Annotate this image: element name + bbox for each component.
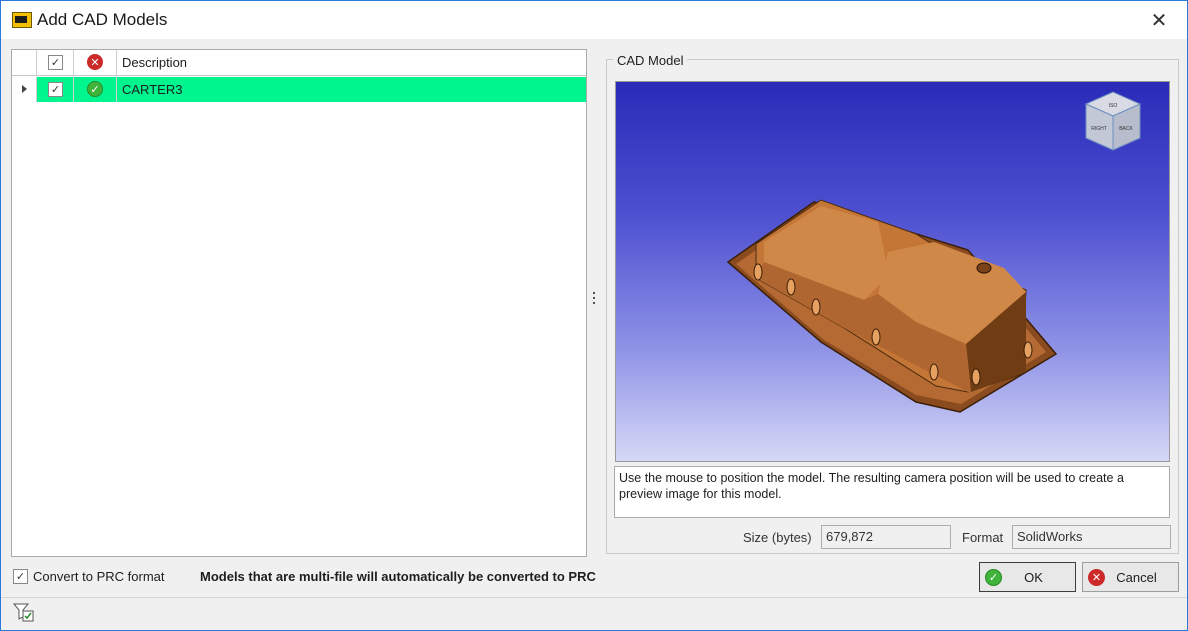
table-row[interactable]: ✓ ✓ CARTER3: [12, 77, 586, 102]
row-check-cell[interactable]: ✓: [37, 77, 74, 102]
ok-button-label: OK: [1024, 569, 1043, 585]
dialog-window: Add CAD Models ✕ ✓ ✕ Description ✓ ✓ CAR…: [0, 0, 1188, 631]
row-checkbox[interactable]: ✓: [48, 82, 63, 97]
models-grid[interactable]: ✓ ✕ Description ✓ ✓ CARTER3: [11, 49, 587, 557]
select-all-checkbox[interactable]: ✓: [48, 55, 63, 70]
error-glyph: ✕: [90, 56, 100, 69]
size-label: Size (bytes): [743, 530, 812, 545]
error-status-icon: ✕: [87, 54, 103, 70]
view-cube-right-label: RIGHT: [1091, 126, 1107, 132]
format-label: Format: [962, 530, 1004, 545]
convert-prc-label[interactable]: Convert to PRC format: [33, 569, 165, 584]
filter-icon[interactable]: [13, 602, 35, 622]
multi-file-note: Models that are multi-file will automati…: [200, 569, 596, 584]
success-status-icon: ✓: [87, 81, 103, 97]
cad-model-render[interactable]: ISO RIGHT BACK: [616, 82, 1170, 462]
size-field[interactable]: 679,872: [821, 525, 951, 549]
select-all-column-header[interactable]: ✓: [37, 50, 74, 75]
close-button[interactable]: ✕: [1141, 5, 1177, 35]
check-icon: ✓: [50, 84, 61, 96]
row-status-cell: ✓: [74, 77, 117, 102]
ok-button[interactable]: ✓ OK: [979, 562, 1076, 592]
row-description[interactable]: CARTER3: [117, 77, 586, 102]
cancel-icon: ✕: [1088, 568, 1105, 586]
check-icon: ✓: [15, 571, 26, 583]
ok-icon: ✓: [985, 568, 1002, 586]
row-pointer-icon: [22, 85, 27, 93]
footer-divider: [1, 597, 1187, 598]
view-cube-back-label: BACK: [1119, 126, 1133, 132]
app-icon: [12, 12, 32, 28]
window-title: Add CAD Models: [37, 10, 168, 29]
cad-model-group-title: CAD Model: [613, 53, 688, 68]
check-icon: ✓: [50, 57, 61, 69]
cancel-button[interactable]: ✕ Cancel: [1082, 562, 1179, 592]
row-indicator-header: [12, 50, 37, 75]
success-glyph: ✓: [90, 83, 100, 96]
status-column-header[interactable]: ✕: [74, 50, 117, 75]
title-bar: Add CAD Models ✕: [1, 1, 1187, 39]
description-column-header[interactable]: Description: [117, 50, 586, 75]
row-indicator: [12, 77, 37, 102]
close-icon: ✕: [1150, 9, 1168, 32]
3d-viewport[interactable]: ISO RIGHT BACK: [615, 81, 1170, 462]
view-cube-icon[interactable]: ISO RIGHT BACK: [1084, 91, 1142, 151]
convert-prc-checkbox[interactable]: ✓: [13, 569, 28, 584]
format-field[interactable]: SolidWorks: [1012, 525, 1171, 549]
viewport-hint-text: Use the mouse to position the model. The…: [614, 466, 1170, 518]
splitter-handle[interactable]: [592, 292, 596, 312]
view-cube-iso-label: ISO: [1109, 103, 1118, 109]
cancel-button-label: Cancel: [1116, 569, 1157, 585]
grid-header: ✓ ✕ Description: [12, 50, 586, 76]
